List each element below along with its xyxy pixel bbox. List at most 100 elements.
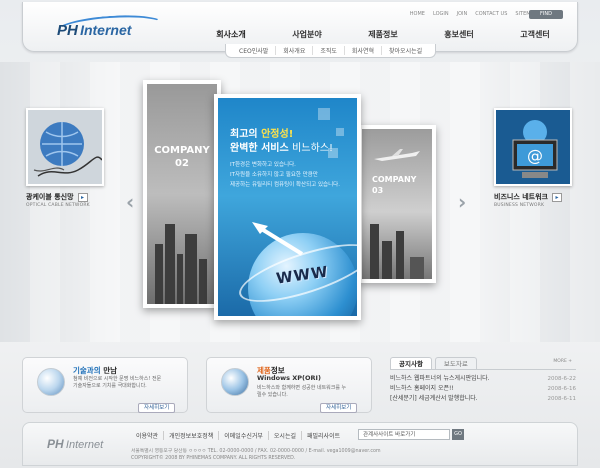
footer-link-family[interactable]: 패밀리사이트 (301, 431, 345, 440)
monitor-at-icon: @ (496, 110, 570, 184)
nav-products[interactable]: 제품정보 (345, 29, 421, 40)
promo-line2: 완벽한 서비스 비느하스! (230, 142, 333, 156)
promo-line1-text: 최고의 (230, 129, 262, 140)
building-shape (177, 254, 183, 304)
list-item[interactable]: [산세분기] 세금계산서 발행합니다. 2008-6-11 (390, 394, 576, 404)
building-shape (165, 224, 175, 304)
subnav-location[interactable]: 찾아오시는길 (381, 46, 429, 55)
right-card-label: 비즈니스 네트워크 ▸ (494, 192, 576, 202)
tech-more-button[interactable]: 자세히보기 (138, 403, 176, 413)
notice-date: 2008-6-22 (547, 376, 576, 382)
subnav-overview[interactable]: 회사개요 (275, 46, 312, 55)
util-contact[interactable]: CONTACT US (475, 11, 507, 17)
decor-square (318, 108, 330, 120)
company-03-line1: COMPANY (372, 175, 417, 184)
building-shape (185, 234, 197, 304)
left-card-arrow-button[interactable]: ▸ (77, 192, 88, 202)
cable-network-image (26, 108, 104, 186)
left-card-title: 광케이블 통신망 (26, 193, 74, 201)
company-02-card[interactable]: COMPANY 02 (143, 80, 221, 308)
footer-link-location[interactable]: 오시는길 (267, 431, 301, 440)
notice-board: 공지사항 보도자료 MORE + 비느하스 웹파트너의 뉴스게시판입니다. 200… (390, 357, 576, 413)
left-card-label: 광케이블 통신망 ▸ (26, 192, 108, 202)
promo-headline: 최고의 안정성! 완벽한 서비스 비느하스! (230, 128, 333, 156)
company-02-line2: 02 (175, 158, 189, 169)
family-site-select[interactable]: 관계사사이트 바로가기 (358, 429, 450, 440)
footer-link-terms[interactable]: 이용약관 (131, 431, 163, 440)
carousel-prev-arrow[interactable]: ‹ (126, 190, 134, 214)
building-shape (199, 259, 207, 304)
footer-logo-ph: PH (47, 437, 64, 451)
right-card-subtitle: BUSINESS NETWORK (494, 203, 545, 208)
building-shape (396, 231, 404, 279)
decor-square (336, 128, 344, 136)
notice-date: 2008-6-16 (547, 386, 576, 392)
tab-notice[interactable]: 공지사항 (390, 357, 432, 369)
utility-links: HOME LOGIN JOIN CONTACT US SITEMAP (410, 11, 537, 17)
nav-pr[interactable]: 홍보센터 (421, 29, 497, 40)
nav-business[interactable]: 사업분야 (269, 29, 345, 40)
product-more-button[interactable]: 자세히보기 (320, 403, 358, 413)
logo-ph: PH (57, 22, 78, 39)
main-promo-card[interactable]: 최고의 안정성! 완벽한 서비스 비느하스! IT환경은 변화하고 있습니다. … (214, 94, 361, 320)
subnav-org[interactable]: 조직도 (312, 46, 344, 55)
business-network-image: @ (494, 108, 572, 186)
tech-panel: 기술과의 만남 첨예 비전으로 시작한 문명 비느하스! 전문기술자들으로 기치… (22, 357, 188, 413)
logo[interactable]: PH Internet (57, 22, 131, 39)
subnav-history[interactable]: 회사연혁 (343, 46, 381, 55)
sub-nav: CEO인사말 회사개요 조직도 회사연혁 찾아오시는길 (225, 44, 437, 58)
promo-line1: 최고의 안정성! (230, 128, 333, 142)
carousel-next-arrow[interactable]: › (458, 190, 466, 214)
promo-body: IT환경은 변화하고 있습니다. IT자원을 소유하지 않고 필요한 만큼만 제… (230, 160, 357, 190)
ie-globe-icon (37, 368, 65, 396)
globe-cable-icon (28, 110, 102, 184)
company-02-line1: COMPANY (154, 145, 210, 156)
building-shape (155, 244, 163, 304)
footer-link-privacy[interactable]: 개인정보보호정책 (163, 431, 218, 440)
footer-address: 서울특별시 영등포구 당산동 ㅇㅇㅇㅇ TEL. 02-0000-0000 / … (131, 448, 551, 462)
nav-company[interactable]: 회사소개 (193, 29, 269, 40)
logo-internet: Internet (80, 22, 132, 38)
left-card-subtitle: OPTICAL CABLE NETWORK (26, 203, 90, 208)
notice-title: [산세분기] 세금계산서 발행합니다. (390, 395, 478, 402)
company-03-card[interactable]: COMPANY 03 (358, 125, 436, 283)
footer-logo: PH Internet (47, 437, 103, 451)
promo-line2-text: 완벽한 서비스 (230, 143, 293, 154)
building-shape (382, 241, 392, 279)
tech-title-rest: 만남 (100, 366, 118, 375)
notice-more-link[interactable]: MORE + (553, 359, 572, 364)
right-feature-card[interactable]: @ 비즈니스 네트워크 ▸ BUSINESS NETWORK (494, 108, 576, 208)
util-home[interactable]: HOME (410, 11, 425, 17)
tech-title-highlight: 기술과의 (73, 366, 101, 375)
nav-support[interactable]: 고객센터 (497, 29, 573, 40)
left-feature-card[interactable]: 광케이블 통신망 ▸ OPTICAL CABLE NETWORK (26, 108, 108, 208)
promo-line1-highlight: 안정성! (261, 129, 294, 140)
family-site-go-button[interactable]: GO (452, 429, 464, 440)
list-item[interactable]: 비느하스 홈페이지 오픈!! 2008-6-16 (390, 384, 576, 394)
footer-copyright: COPYRIGHT© 2008 BY PHINEMAS COMPANY. ALL… (131, 456, 296, 461)
footer-links: 이용약관 개인정보보호정책 이메일수신거부 오시는길 패밀리사이트 (131, 431, 345, 440)
footer-link-email-refuse[interactable]: 이메일수신거부 (218, 431, 268, 440)
building-shape (370, 224, 379, 279)
footer: PH Internet 이용약관 개인정보보호정책 이메일수신거부 오시는길 패… (22, 422, 578, 466)
util-login[interactable]: LOGIN (433, 11, 449, 17)
search-button[interactable]: FIND (529, 10, 563, 19)
util-join[interactable]: JOIN (457, 11, 468, 17)
svg-text:@: @ (527, 146, 543, 165)
notice-date: 2008-6-11 (547, 396, 576, 402)
airplane-icon (374, 149, 420, 161)
footer-logo-internet: Internet (65, 439, 104, 451)
subnav-ceo[interactable]: CEO인사말 (232, 46, 275, 55)
promo-body-line1: IT환경은 변화하고 있습니다. (230, 162, 296, 168)
notice-title: 비느하스 웹파트너의 뉴스게시판입니다. (390, 375, 490, 382)
right-card-arrow-button[interactable]: ▸ (551, 192, 562, 202)
promo-body-line2: IT자원을 소유하지 않고 필요한 만큼만 (230, 172, 318, 178)
tab-press[interactable]: 보도자료 (434, 357, 477, 369)
notice-title: 비느하스 홈페이지 오픈!! (390, 385, 454, 392)
building-shape (410, 257, 424, 279)
company-03-line2: 03 (372, 186, 384, 195)
list-item[interactable]: 비느하스 웹파트너의 뉴스게시판입니다. 2008-6-22 (390, 374, 576, 384)
company-03-caption: COMPANY 03 (372, 174, 432, 196)
company-02-caption: COMPANY 02 (147, 144, 217, 170)
promo-line2-brand: 비느하스! (292, 143, 333, 154)
